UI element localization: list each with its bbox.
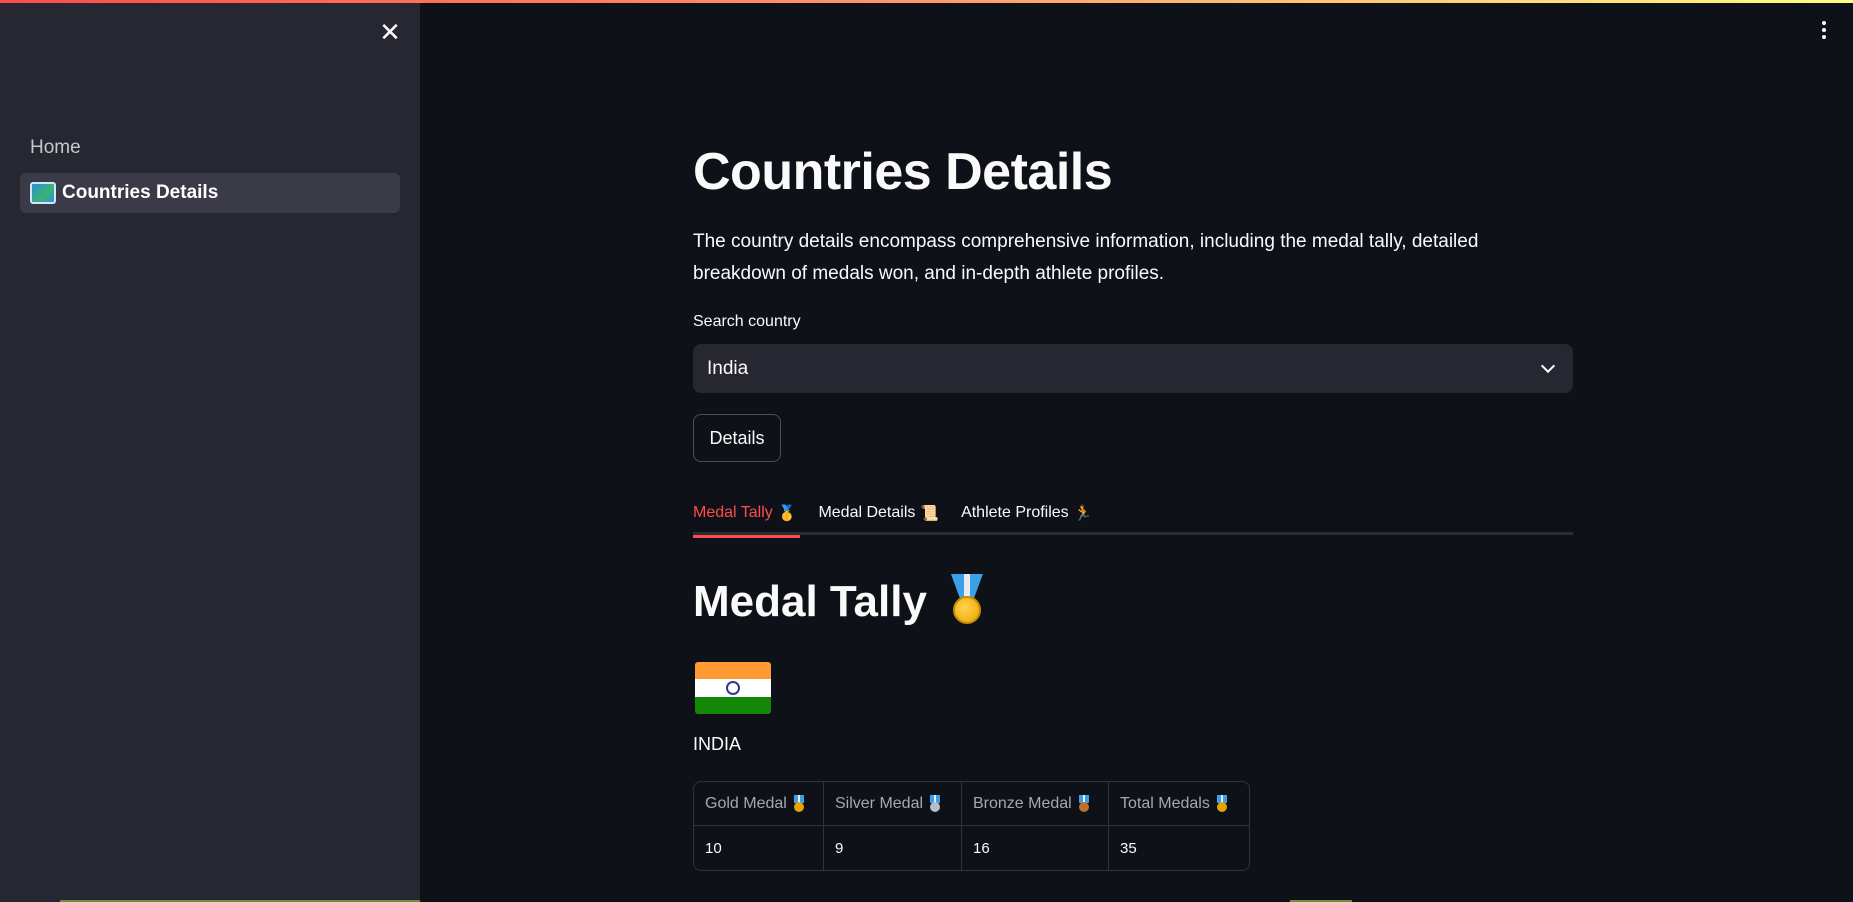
sidebar-item-home[interactable]: Home <box>20 128 400 168</box>
tab-label: Athlete Profiles <box>961 503 1069 521</box>
table-cell-silver[interactable]: 9 <box>824 826 962 870</box>
gold-medal-icon <box>792 795 806 812</box>
country-name: INDIA <box>693 734 742 754</box>
table-header-cell[interactable]: Gold Medal <box>694 782 824 826</box>
table-header-cell[interactable]: Total Medals <box>1109 782 1249 826</box>
medal-icon <box>1215 795 1229 812</box>
section-title: Medal Tally <box>693 574 991 630</box>
close-icon[interactable]: ✕ <box>376 18 404 46</box>
section-title-text: Medal Tally <box>693 577 927 626</box>
table-cell-gold[interactable]: 10 <box>694 826 824 870</box>
tab-medal-details[interactable]: Medal Details 📜 <box>818 490 939 535</box>
sidebar: ✕ Home Countries Details <box>0 0 420 902</box>
runner-icon: 🏃 <box>1073 504 1093 522</box>
page-title: Countries Details <box>693 143 1113 201</box>
tab-medal-tally[interactable]: Medal Tally 🥇 <box>693 490 801 538</box>
table-header-row: Gold Medal Silver Medal Bronze Medal Tot… <box>694 782 1249 826</box>
search-country-label: Search country <box>693 313 801 330</box>
table-cell-bronze[interactable]: 16 <box>962 826 1109 870</box>
table-header-cell[interactable]: Silver Medal <box>824 782 962 826</box>
page-description: The country details encompass comprehens… <box>693 231 1479 284</box>
tab-label: Medal Details <box>818 503 916 521</box>
tab-bar: Medal Tally 🥇 Medal Details 📜 Athlete Pr… <box>693 490 1573 538</box>
details-button[interactable]: Details <box>693 414 781 462</box>
medal-icon <box>943 574 991 630</box>
kebab-menu-icon[interactable] <box>1812 18 1836 42</box>
table-row: 10 9 16 35 <box>694 826 1249 870</box>
country-select-value: India <box>707 357 749 379</box>
bronze-medal-icon <box>1077 795 1091 812</box>
sidebar-nav: Home Countries Details <box>20 128 400 218</box>
scroll-icon: 📜 <box>920 504 940 522</box>
top-decoration-bar <box>0 0 1853 3</box>
sidebar-item-label: Home <box>30 137 81 158</box>
sidebar-item-countries-details[interactable]: Countries Details <box>20 173 400 213</box>
tab-label: Medal Tally <box>693 503 773 521</box>
map-icon <box>30 182 56 204</box>
silver-medal-icon <box>928 795 942 812</box>
country-select[interactable]: India <box>693 344 1573 393</box>
table-cell-total[interactable]: 35 <box>1109 826 1249 870</box>
chevron-down-icon <box>1540 358 1556 374</box>
india-flag-icon <box>695 662 771 714</box>
tab-athlete-profiles[interactable]: Athlete Profiles 🏃 <box>961 490 1092 535</box>
medal-table: Gold Medal Silver Medal Bronze Medal Tot… <box>693 781 1250 871</box>
table-header-cell[interactable]: Bronze Medal <box>962 782 1109 826</box>
sidebar-item-label: Countries Details <box>62 182 219 203</box>
medal-icon: 🥇 <box>777 504 797 522</box>
